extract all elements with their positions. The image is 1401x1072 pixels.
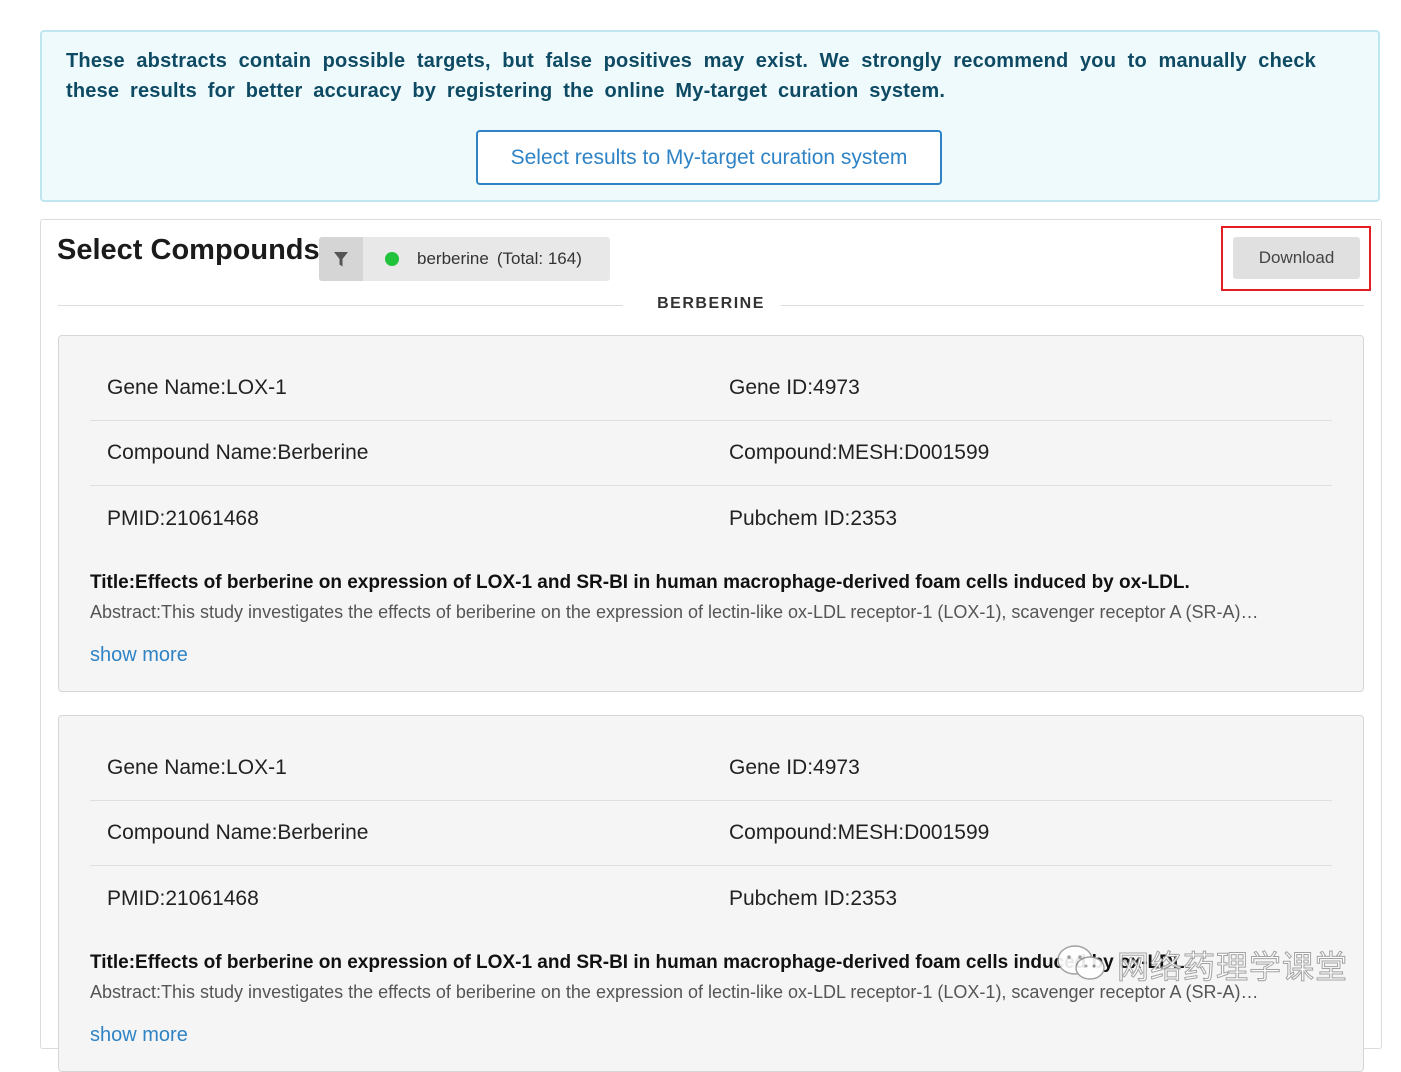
pmid: PMID:21061468 (107, 886, 259, 910)
result-card: Gene Name:LOX-1 Gene ID:4973 Compound Na… (58, 335, 1364, 692)
gene-name: Gene Name:LOX-1 (107, 376, 287, 399)
section-divider-right (781, 305, 1364, 306)
article-abstract: Abstract:This study investigates the eff… (90, 602, 1259, 622)
pubchem-id: Pubchem ID:2353 (729, 886, 898, 910)
select-curation-button[interactable]: Select results to My-target curation sys… (476, 130, 942, 185)
result-row-gene: Gene Name:LOX-1 Gene ID:4973 (90, 736, 1332, 801)
compound-chip[interactable]: berberine (Total: 164) (363, 237, 610, 281)
compound-mesh: Compound:MESH:D001599 (729, 821, 990, 844)
pmid: PMID:21061468 (107, 506, 259, 530)
chip-compound-name: berberine (417, 249, 489, 268)
result-card: Gene Name:LOX-1 Gene ID:4973 Compound Na… (58, 715, 1364, 1072)
article-title: Title:Effects of berberine on expression… (90, 952, 1190, 973)
result-row-compound: Compound Name:Berberine Compound:MESH:D0… (90, 801, 1332, 866)
compound-mesh: Compound:MESH:D001599 (729, 441, 990, 464)
chip-total: (Total: 164) (496, 249, 582, 268)
filter-icon[interactable] (319, 237, 363, 281)
gene-id: Gene ID:4973 (729, 376, 860, 399)
gene-name: Gene Name:LOX-1 (107, 756, 287, 779)
result-row-ids: PMID:21061468 Pubchem ID:2353 (90, 486, 1332, 551)
result-row-compound: Compound Name:Berberine Compound:MESH:D0… (90, 421, 1332, 486)
download-highlight-box: Download (1221, 226, 1371, 291)
article-abstract: Abstract:This study investigates the eff… (90, 982, 1259, 1002)
show-more-link[interactable]: show more (90, 644, 188, 667)
notice-box: These abstracts contain possible targets… (40, 30, 1380, 202)
notice-text: These abstracts contain possible targets… (66, 50, 1316, 102)
download-button[interactable]: Download (1233, 237, 1360, 279)
panel-title: Select Compounds: (57, 234, 330, 266)
compound-name: Compound Name:Berberine (107, 821, 369, 844)
section-divider-left (58, 305, 623, 306)
section-label: BERBERINE (657, 295, 765, 312)
pubchem-id: Pubchem ID:2353 (729, 506, 898, 530)
gene-id: Gene ID:4973 (729, 756, 860, 779)
compound-filter[interactable]: berberine (Total: 164) (319, 237, 610, 281)
compound-name: Compound Name:Berberine (107, 441, 369, 464)
result-row-ids: PMID:21061468 Pubchem ID:2353 (90, 866, 1332, 931)
article-title: Title:Effects of berberine on expression… (90, 572, 1190, 593)
show-more-link[interactable]: show more (90, 1024, 188, 1047)
compounds-panel: Select Compounds: berberine (Total: 164)… (40, 219, 1382, 1072)
result-row-gene: Gene Name:LOX-1 Gene ID:4973 (90, 356, 1332, 421)
status-dot-icon (385, 252, 399, 266)
